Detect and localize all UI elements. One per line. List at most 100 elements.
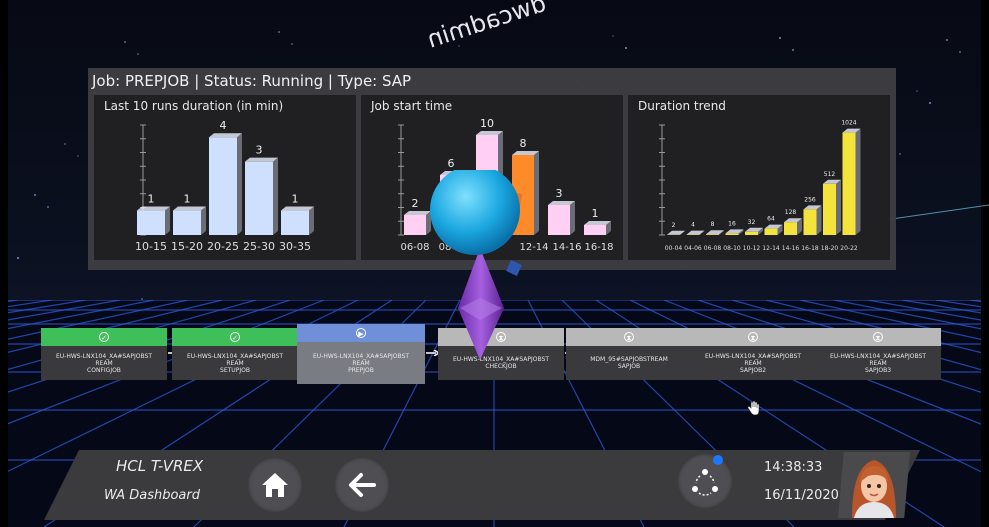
job-card[interactable]: ⧗ EU-HWS-LNX104_XA#SAPJOBST REAM SAPJOB3: [815, 328, 941, 380]
job-card[interactable]: ▶ EU-HWS-LNX104_XA#SAPJOBST REAM PREPJOB: [297, 324, 425, 384]
job-label-line: MDM_95#SAPJOBSTREAM: [590, 356, 668, 363]
bar: [784, 222, 797, 235]
job-status-bar: ⧗: [566, 328, 692, 346]
bar: [281, 210, 309, 235]
bar-side: [816, 205, 822, 235]
hourglass-icon: ⧗: [873, 332, 883, 342]
bar-side: [570, 201, 575, 235]
tick-label: 12-14: [762, 245, 780, 252]
tick-label: 04-06: [684, 245, 702, 252]
clock-date: 16/11/2020: [764, 488, 839, 503]
home-button[interactable]: [247, 457, 303, 513]
data-label: 1: [148, 193, 155, 206]
left-frame-edge: [0, 0, 8, 527]
job-card[interactable]: ✓ EU-HWS-LNX104_XA#SAPJOBST REAM SETUPJOB: [172, 328, 298, 380]
job-card[interactable]: ⧗ MDM_95#SAPJOBSTREAM SAPJOB: [566, 328, 692, 380]
star: [946, 39, 948, 41]
tick-label: 30-35: [279, 240, 311, 253]
star: [278, 31, 280, 33]
panel-title: Job: PREPJOB | Status: Running | Type: S…: [92, 72, 412, 90]
job-card[interactable]: ✓ EU-HWS-LNX104_XA#SAPJOBST REAM CONFIGJOB: [41, 328, 167, 380]
star: [64, 143, 66, 145]
job-card[interactable]: ⧗ EU-HWS-LNX104_XA#SAPJOBST REAM SAPJOB2: [690, 328, 816, 380]
duration-trend-plot: 2 4 8 16 32 64 128 256 512 1024 00-04 04-06 06-08 08-…: [659, 120, 861, 252]
home-icon: [262, 473, 288, 497]
job-label-line: SAPJOB: [617, 363, 641, 370]
job-label-line: EU-HWS-LNX104_XA#SAPJOBST: [704, 352, 802, 360]
star: [291, 43, 293, 45]
job-label-line: EU-HWS-LNX104_XA#SAPJOBST: [829, 352, 927, 360]
job-status-bar: ✓: [172, 328, 298, 346]
bar-top: [245, 157, 278, 162]
star: [779, 37, 781, 39]
data-label: 10: [480, 117, 494, 130]
back-arrow-icon: [349, 473, 376, 497]
tick-label: 18-20: [821, 245, 839, 252]
job-label: EU-HWS-LNX104_XA#SAPJOBST REAM PREPJOB: [297, 342, 425, 384]
tick-label: 10-15: [135, 240, 167, 253]
star: [916, 90, 918, 92]
data-label: 2: [412, 197, 419, 210]
job-label: EU-HWS-LNX104_XA#SAPJOBST REAM SETUPJOB: [172, 346, 298, 380]
bar: [706, 234, 719, 235]
tick-label: 16-18: [584, 242, 613, 253]
job-label-line: REAM: [869, 359, 887, 367]
hourglass-icon: ⧗: [624, 332, 634, 342]
hand-cursor-icon: [748, 400, 760, 416]
bar-side: [855, 128, 861, 235]
tick-label: 00-04: [665, 245, 683, 252]
bar-side: [237, 133, 242, 235]
bar: [173, 210, 201, 235]
job-label-line: EU-HWS-LNX104_XA#SAPJOBST: [312, 352, 410, 360]
bar-top: [137, 206, 170, 211]
app-title: HCL T-VREX: [116, 457, 204, 475]
job-label-line: EU-HWS-LNX104_XA#SAPJOBST: [55, 352, 153, 360]
tick-label: 14-16: [552, 242, 581, 253]
job-status-bar: ⧗: [815, 328, 941, 346]
job-label-line: SETUPJOB: [220, 366, 250, 374]
bar-top: [209, 133, 242, 138]
play-circle-icon: ▶: [356, 328, 366, 338]
star: [612, 35, 614, 37]
data-label: 2: [672, 222, 676, 229]
user-avatar-icon: [852, 460, 896, 518]
bar: [209, 137, 237, 235]
data-label: 256: [804, 196, 816, 203]
job-status-bar: ✓: [41, 328, 167, 346]
collaboration-button[interactable]: [677, 453, 733, 509]
bar-side: [273, 157, 278, 235]
bar: [584, 225, 606, 235]
job-label-line: SAPJOB2: [739, 366, 767, 374]
bar: [745, 231, 758, 235]
data-label: 4: [691, 222, 695, 229]
back-button[interactable]: [334, 457, 390, 513]
job-label-line: CONFIGJOB: [87, 366, 121, 374]
job-label-line: REAM: [744, 359, 762, 367]
data-label: 64: [767, 216, 775, 223]
data-label: 512: [824, 171, 836, 178]
data-label: 8: [711, 221, 715, 228]
data-label: 1024: [841, 120, 856, 127]
profile-button[interactable]: [838, 452, 910, 518]
star: [124, 41, 126, 43]
job-label-line: SAPJOB3: [864, 366, 892, 374]
star: [34, 194, 36, 196]
tick-label: 14-16: [782, 245, 800, 252]
star: [77, 155, 79, 157]
bar-side: [165, 206, 170, 235]
job-label: MDM_95#SAPJOBSTREAM SAPJOB: [566, 346, 692, 380]
star: [625, 47, 627, 49]
hourglass-icon: ⧗: [748, 332, 758, 342]
data-label: 3: [256, 144, 263, 157]
bar-side: [309, 206, 314, 235]
job-label-line: REAM: [352, 359, 370, 367]
tick-label: 20-22: [840, 245, 858, 252]
bar: [137, 210, 165, 235]
runs-duration-chart: Last 10 runs duration (in min) 1 1 4 3 1 10-1…: [94, 95, 356, 260]
bar: [245, 161, 273, 235]
right-frame-edge: [981, 0, 989, 527]
runs-duration-plot: 1 1 4 3 1 10-15 15-20 20-25 25-30 30-35: [135, 119, 314, 253]
data-label: 128: [785, 209, 797, 216]
notification-dot: [713, 455, 723, 465]
tick-label: 15-20: [171, 240, 203, 253]
